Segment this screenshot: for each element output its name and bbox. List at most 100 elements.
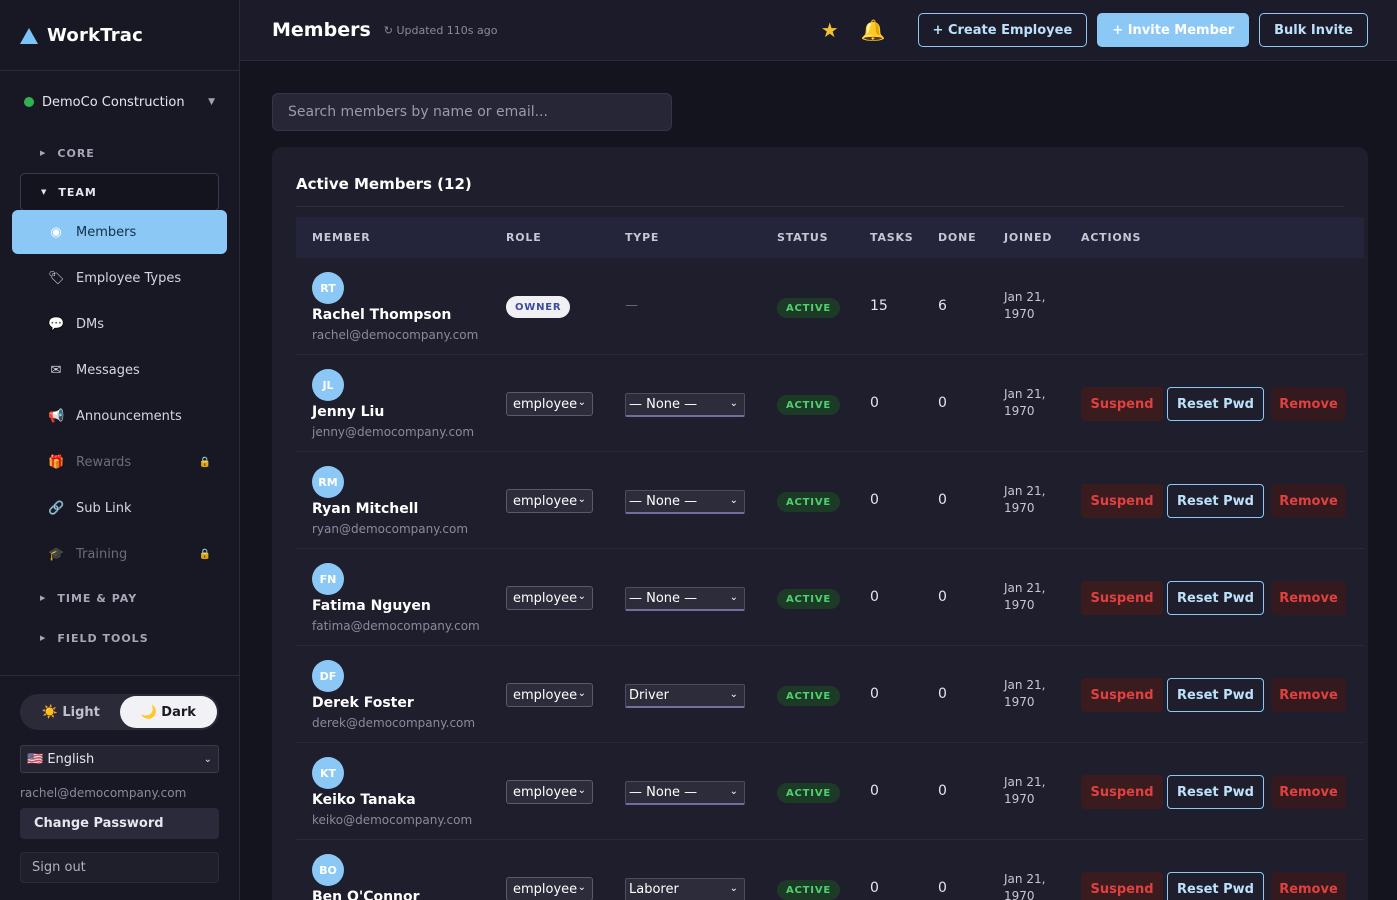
- column-header[interactable]: JOINED: [1004, 231, 1052, 244]
- theme-light-option[interactable]: ☀️ Light: [22, 696, 120, 728]
- role-select[interactable]: employee ⌄: [506, 392, 593, 416]
- section-team[interactable]: ▼ TEAM: [20, 173, 219, 211]
- link-icon: 🔗: [48, 500, 65, 516]
- column-header[interactable]: ROLE: [506, 231, 542, 244]
- sidebar-item-sub-link[interactable]: 🔗 Sub Link: [12, 486, 227, 530]
- sidebar-item-messages[interactable]: ✉ Messages: [12, 348, 227, 392]
- avatar: BO: [312, 854, 344, 886]
- type-select[interactable]: — None — ⌄: [625, 393, 745, 417]
- type-select[interactable]: Driver ⌄: [625, 684, 745, 708]
- suspend-button[interactable]: Suspend: [1081, 872, 1163, 900]
- table-row: KT Keiko Tanaka keiko@democompany.com emplo…: [296, 743, 1364, 840]
- suspend-button[interactable]: Suspend: [1081, 775, 1163, 809]
- sidebar-item-employee-types[interactable]: 🏷 Employee Types: [12, 256, 227, 300]
- role-select[interactable]: employee ⌄: [506, 586, 593, 610]
- reset-password-button[interactable]: Reset Pwd: [1167, 775, 1264, 809]
- section-core[interactable]: ▶ CORE: [0, 133, 239, 173]
- section-team-label: TEAM: [58, 185, 97, 199]
- table-row: RT Rachel Thompson rachel@democompany.com O…: [296, 258, 1364, 355]
- table-row: JL Jenny Liu jenny@democompany.com employee…: [296, 355, 1364, 452]
- role-badge: OWNER: [506, 296, 571, 318]
- sidebar-item-dms[interactable]: 💬 DMs: [12, 302, 227, 346]
- caret-right-icon: ▶: [40, 634, 47, 642]
- type-value: Driver: [629, 688, 670, 703]
- reset-password-button[interactable]: Reset Pwd: [1167, 387, 1264, 421]
- sidebar-item-label: Members: [76, 224, 137, 240]
- section-field-tools[interactable]: ▶ FIELD TOOLS: [0, 618, 239, 658]
- invite-member-button[interactable]: + Invite Member: [1097, 13, 1250, 47]
- column-header: ACTIONS: [1081, 231, 1142, 244]
- suspend-button[interactable]: Suspend: [1081, 484, 1163, 518]
- language-select[interactable]: 🇺🇸 English ⌄: [20, 745, 219, 773]
- create-employee-button[interactable]: + Create Employee: [917, 13, 1088, 47]
- sidebar-item-announcements[interactable]: 📢 Announcements: [12, 394, 227, 438]
- remove-button[interactable]: Remove: [1271, 484, 1346, 518]
- done-count: 0: [938, 589, 947, 605]
- suspend-button[interactable]: Suspend: [1081, 387, 1163, 421]
- sidebar-item-rewards[interactable]: 🎁 Rewards 🔒: [12, 440, 227, 484]
- change-password-button[interactable]: Change Password: [20, 808, 219, 839]
- type-select[interactable]: — None — ⌄: [625, 587, 745, 611]
- role-select[interactable]: employee ⌄: [506, 489, 593, 513]
- type-select[interactable]: Laborer ⌄: [625, 878, 745, 900]
- avatar: JL: [312, 369, 344, 401]
- joined-date: Jan 21, 1970: [1004, 872, 1046, 900]
- theme-toggle[interactable]: ☀️ Light 🌙 Dark: [20, 694, 219, 730]
- table-row: DF Derek Foster derek@democompany.com emplo…: [296, 646, 1364, 743]
- member-name: Derek Foster: [312, 695, 414, 711]
- star-icon[interactable]: ★: [821, 18, 839, 42]
- type-select[interactable]: — None — ⌄: [625, 781, 745, 805]
- updated-indicator: ↻ Updated 110s ago: [383, 23, 498, 37]
- reset-password-button[interactable]: Reset Pwd: [1167, 872, 1264, 900]
- search-input[interactable]: [272, 93, 672, 131]
- chevron-down-icon: ⌄: [729, 495, 738, 506]
- bell-icon[interactable]: 🔔: [861, 18, 886, 42]
- column-header[interactable]: STATUS: [777, 231, 828, 244]
- done-count: 6: [938, 298, 947, 314]
- section-field-tools-label: FIELD TOOLS: [57, 631, 149, 645]
- member-email: jenny@democompany.com: [312, 425, 475, 439]
- sidebar-item-training[interactable]: 🎓 Training 🔒: [12, 532, 227, 576]
- radio-dot-icon: ◉: [50, 224, 62, 240]
- role-select[interactable]: employee ⌄: [506, 877, 593, 900]
- role-value: employee: [513, 493, 578, 509]
- chevron-down-icon: ⌄: [729, 786, 738, 797]
- remove-button[interactable]: Remove: [1271, 581, 1346, 615]
- task-count: 0: [870, 395, 879, 411]
- org-switcher[interactable]: DemoCo Construction ▼: [0, 71, 239, 133]
- reset-password-button[interactable]: Reset Pwd: [1167, 678, 1264, 712]
- role-value: employee: [513, 396, 578, 412]
- column-header[interactable]: MEMBER: [312, 231, 371, 244]
- brand[interactable]: WorkTrac: [0, 0, 239, 71]
- sidebar-item-label: Messages: [76, 362, 140, 378]
- members-card: Active Members (12) MEMBER ROLE TYPE STA…: [272, 147, 1368, 900]
- remove-button[interactable]: Remove: [1271, 872, 1346, 900]
- type-select[interactable]: — None — ⌄: [625, 490, 745, 514]
- remove-button[interactable]: Remove: [1271, 678, 1346, 712]
- section-time-pay[interactable]: ▶ TIME & PAY: [0, 578, 239, 618]
- suspend-button[interactable]: Suspend: [1081, 581, 1163, 615]
- bulk-invite-button[interactable]: Bulk Invite: [1259, 13, 1368, 47]
- remove-button[interactable]: Remove: [1271, 387, 1346, 421]
- member-name: Fatima Nguyen: [312, 598, 431, 614]
- sidebar-item-label: Sub Link: [76, 500, 132, 516]
- role-select[interactable]: employee ⌄: [506, 683, 593, 707]
- reset-password-button[interactable]: Reset Pwd: [1167, 581, 1264, 615]
- role-select[interactable]: employee ⌄: [506, 780, 593, 804]
- column-header[interactable]: TASKS: [870, 231, 914, 244]
- member-name: Ben O'Connor: [312, 889, 420, 900]
- reset-password-button[interactable]: Reset Pwd: [1167, 484, 1264, 518]
- theme-dark-option[interactable]: 🌙 Dark: [119, 696, 217, 728]
- column-header[interactable]: TYPE: [625, 231, 659, 244]
- sign-out-button[interactable]: Sign out: [20, 852, 219, 883]
- remove-button[interactable]: Remove: [1271, 775, 1346, 809]
- sidebar-item-members[interactable]: ◉ Members: [12, 210, 227, 254]
- column-header[interactable]: DONE: [938, 231, 976, 244]
- done-count: 0: [938, 880, 947, 896]
- suspend-button[interactable]: Suspend: [1081, 678, 1163, 712]
- sidebar-footer: ☀️ Light 🌙 Dark 🇺🇸 English ⌄ rachel@demo…: [0, 675, 239, 900]
- section-core-label: CORE: [57, 146, 95, 160]
- graduation-cap-icon: 🎓: [48, 546, 65, 562]
- role-value: employee: [513, 784, 578, 800]
- joined-date: Jan 21, 1970: [1004, 387, 1046, 418]
